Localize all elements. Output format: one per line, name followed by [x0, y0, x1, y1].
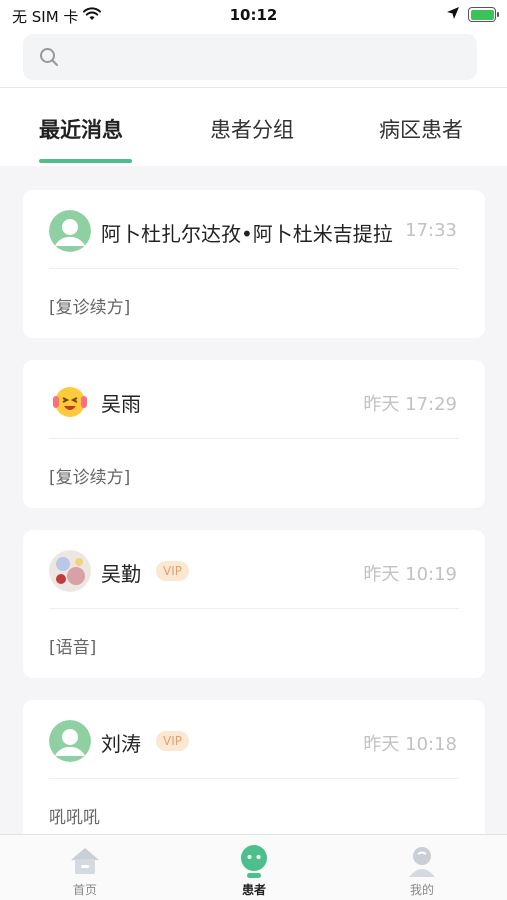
conversation-card[interactable]: 刘涛 VIP 昨天 10:18 吼吼吼 — [23, 700, 485, 834]
search-box[interactable] — [23, 34, 477, 80]
patient-icon — [236, 843, 272, 879]
nav-label: 首页 — [72, 883, 97, 897]
patient-name: 阿卜杜扎尔达孜•阿卜杜米吉提拉 — [101, 222, 393, 246]
message-preview: [复诊续方] — [49, 468, 131, 488]
search-area — [0, 30, 507, 88]
patient-name: 吴勤 — [101, 562, 141, 586]
battery-icon — [468, 7, 499, 22]
message-preview: [复诊续方] — [49, 298, 131, 318]
vip-badge: VIP — [156, 731, 189, 751]
clock: 10:12 — [229, 6, 278, 24]
card-divider — [49, 608, 459, 609]
conversation-list[interactable]: 阿卜杜扎尔达孜•阿卜杜米吉提拉 17:33 [复诊续方] 吴雨 昨天 17:29… — [0, 166, 507, 834]
location-arrow-icon — [446, 6, 460, 24]
card-divider — [49, 778, 459, 779]
message-time: 昨天 10:19 — [363, 564, 457, 585]
message-preview: 吼吼吼 — [49, 808, 100, 828]
tab-ward-patients[interactable]: 病区患者 — [379, 114, 463, 144]
message-time: 昨天 17:29 — [363, 394, 457, 415]
card-divider — [49, 438, 459, 439]
message-preview: [语音] — [49, 638, 97, 658]
nav-label: 我的 — [409, 883, 434, 897]
patient-name: 吴雨 — [101, 392, 141, 416]
search-input[interactable] — [71, 34, 461, 80]
patient-name: 刘涛 — [101, 732, 141, 756]
photo-avatar — [49, 550, 91, 592]
message-time: 昨天 10:18 — [363, 734, 457, 755]
tab-bar: 最近消息 患者分组 病区患者 — [0, 88, 507, 166]
nav-label: 患者 — [241, 883, 266, 897]
conversation-card[interactable]: 阿卜杜扎尔达孜•阿卜杜米吉提拉 17:33 [复诊续方] — [23, 190, 485, 338]
bottom-nav: 首页 患者 我的 — [0, 834, 507, 900]
profile-icon — [404, 843, 440, 879]
nav-item-profile[interactable]: 我的 — [362, 835, 482, 900]
search-icon — [39, 47, 59, 67]
emoji-avatar — [49, 380, 91, 422]
card-divider — [49, 268, 459, 269]
tab-patient-groups[interactable]: 患者分组 — [210, 114, 294, 144]
status-bar: 无 SIM 卡 10:12 — [0, 0, 507, 30]
vip-badge: VIP — [156, 561, 189, 581]
default-avatar-icon — [49, 720, 91, 762]
message-time: 17:33 — [405, 220, 457, 241]
nav-item-home[interactable]: 首页 — [25, 835, 145, 900]
tab-recent-messages[interactable]: 最近消息 — [39, 114, 123, 144]
conversation-card[interactable]: 吴勤 VIP 昨天 10:19 [语音] — [23, 530, 485, 678]
default-avatar-icon — [49, 210, 91, 252]
home-icon — [67, 843, 103, 879]
nav-item-patients[interactable]: 患者 — [194, 835, 314, 900]
tab-active-indicator — [39, 159, 132, 163]
conversation-card[interactable]: 吴雨 昨天 17:29 [复诊续方] — [23, 360, 485, 508]
